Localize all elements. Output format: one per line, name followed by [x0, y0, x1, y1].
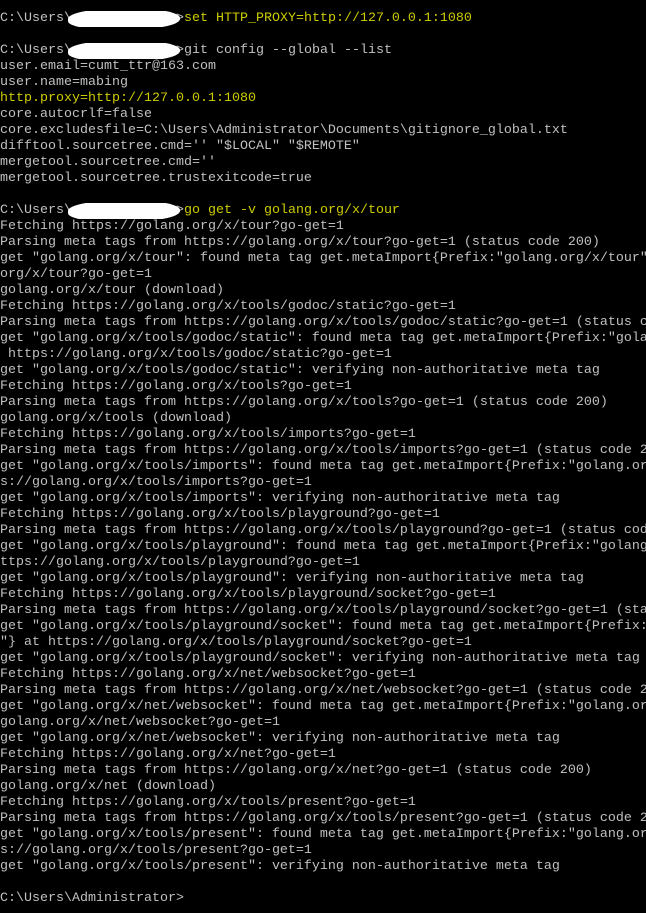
output-line: get "golang.org/x/net/websocket": verify…	[0, 731, 560, 746]
output-line: golang.org/x/tools (download)	[0, 411, 232, 426]
output-line: Fetching https://golang.org/x/tools/impo…	[0, 427, 416, 442]
prompt-line: C:\Users\ >git config --global --list	[0, 43, 646, 59]
output-line: Fetching https://golang.org/x/net?go-get…	[0, 747, 336, 762]
output-line: get "golang.org/x/tools/imports": found …	[0, 459, 646, 474]
output-line: Parsing meta tags from https://golang.or…	[0, 523, 646, 538]
output-line: get "golang.org/x/tools/playground": ver…	[0, 571, 584, 586]
output-line: Parsing meta tags from https://golang.or…	[0, 315, 646, 330]
redacted-username	[67, 43, 180, 59]
output-line: get "golang.org/x/tools/present": verify…	[0, 859, 560, 874]
terminal-output[interactable]: C:\Users\ >set HTTP_PROXY=http://127.0.0.…	[0, 11, 646, 891]
output-line: Parsing meta tags from https://golang.or…	[0, 811, 646, 826]
output-line: s://golang.org/x/tools/present?go-get=1	[0, 843, 312, 858]
output-line: get "golang.org/x/tools/playground": fou…	[0, 539, 646, 554]
output-line: mergetool.sourcetree.trustexitcode=true	[0, 171, 312, 186]
output-line: get "golang.org/x/tools/imports": verify…	[0, 491, 560, 506]
output-line: core.excludesfile=C:\Users\Administrator…	[0, 123, 568, 138]
redacted-username	[67, 11, 180, 27]
prompt-line: C:\Users\ >set HTTP_PROXY=http://127.0.0.…	[0, 11, 646, 27]
output-line: Parsing meta tags from https://golang.or…	[0, 443, 646, 458]
output-line: Fetching https://golang.org/x/tools/pres…	[0, 795, 416, 810]
output-line: http.proxy=http://127.0.0.1:1080	[0, 91, 256, 106]
output-line: get "golang.org/x/tour": found meta tag …	[0, 251, 646, 266]
output-line: s://golang.org/x/tools/imports?go-get=1	[0, 475, 312, 490]
output-line: get "golang.org/x/tools/present": found …	[0, 827, 646, 842]
output-line: user.name=mabing	[0, 75, 128, 90]
output-line: Parsing meta tags from https://golang.or…	[0, 395, 608, 410]
output-line: get "golang.org/x/tools/godoc/static": f…	[0, 331, 646, 346]
output-line: golang.org/x/tour (download)	[0, 283, 224, 298]
output-line: Parsing meta tags from https://golang.or…	[0, 763, 592, 778]
output-line: mergetool.sourcetree.cmd=''	[0, 155, 216, 170]
command-text: git config --global --list	[183, 43, 392, 58]
output-line: Parsing meta tags from https://golang.or…	[0, 603, 646, 618]
current-prompt[interactable]: C:\Users\Administrator>	[0, 891, 184, 907]
output-line: core.autocrlf=false	[0, 107, 152, 122]
output-line: Parsing meta tags from https://golang.or…	[0, 235, 600, 250]
output-line: get "golang.org/x/tools/playground/socke…	[0, 651, 640, 666]
output-line: user.email=cumt_ttr@163.com	[0, 59, 216, 74]
command-text: set HTTP_PROXY=http://127.0.0.1:1080	[183, 11, 472, 26]
output-line: https://golang.org/x/tools/godoc/static?…	[0, 347, 392, 362]
output-line: golang.org/x/net (download)	[0, 779, 216, 794]
output-line: Fetching https://golang.org/x/tools/play…	[0, 507, 440, 522]
prompt-line: C:\Users\ >go get -v golang.org/x/tour	[0, 203, 646, 219]
command-text: go get -v golang.org/x/tour	[183, 203, 400, 218]
prompt-path: C:\Users\	[0, 11, 72, 26]
prompt-path: C:\Users\	[0, 43, 72, 58]
output-line: Fetching https://golang.org/x/tools?go-g…	[0, 379, 352, 394]
output-line: Fetching https://golang.org/x/tools/godo…	[0, 299, 456, 314]
redacted-username	[67, 203, 180, 219]
output-line: get "golang.org/x/net/websocket": found …	[0, 699, 646, 714]
output-line: golang.org/x/net/websocket?go-get=1	[0, 715, 280, 730]
output-line: "} at https://golang.org/x/tools/playgro…	[0, 635, 472, 650]
output-line: Fetching https://golang.org/x/tools/play…	[0, 587, 496, 602]
output-line: difftool.sourcetree.cmd='' "$LOCAL" "$RE…	[0, 139, 360, 154]
output-line: org/x/tour?go-get=1	[0, 267, 152, 282]
output-line: get "golang.org/x/tools/godoc/static": v…	[0, 363, 600, 378]
prompt-path: C:\Users\	[0, 203, 72, 218]
output-line: get "golang.org/x/tools/playground/socke…	[0, 619, 646, 634]
output-line: Parsing meta tags from https://golang.or…	[0, 683, 646, 698]
output-line: Fetching https://golang.org/x/net/websoc…	[0, 667, 416, 682]
output-line: Fetching https://golang.org/x/tour?go-ge…	[0, 219, 344, 234]
output-line: ttps://golang.org/x/tools/playground?go-…	[0, 555, 360, 570]
